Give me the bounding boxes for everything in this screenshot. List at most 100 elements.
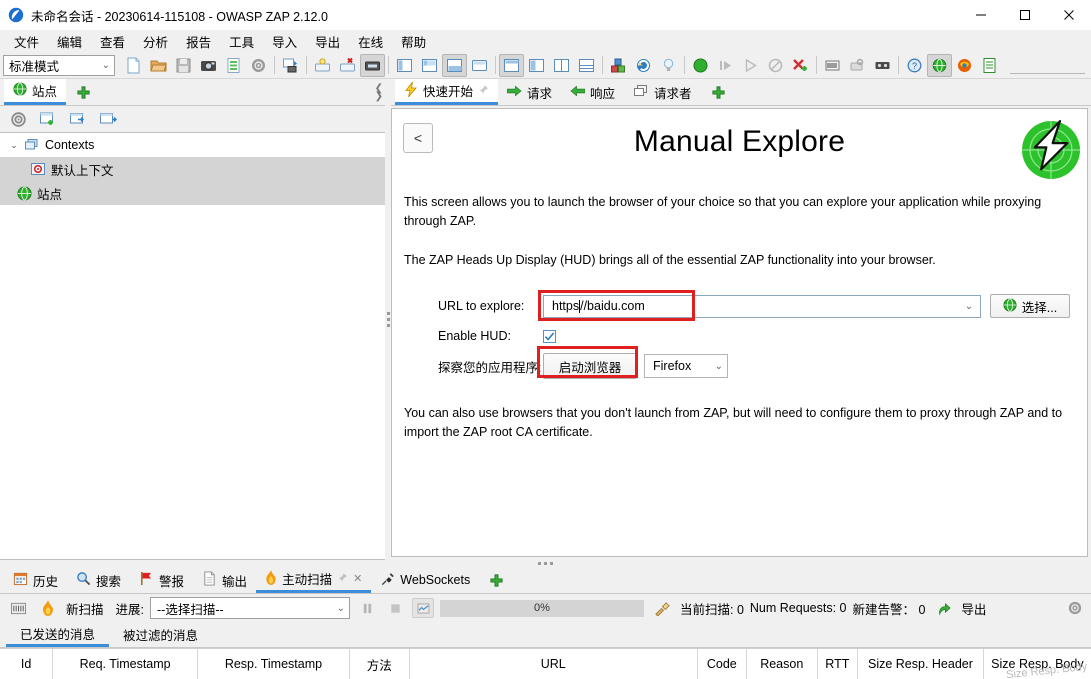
tab-output[interactable]: 输出 [193,567,256,593]
layout-side-icon[interactable] [417,54,442,77]
tab-response[interactable]: 响应 [561,79,624,105]
menu-analyse[interactable]: 分析 [134,30,177,53]
layout-single-icon[interactable] [467,54,492,77]
new-context-icon[interactable] [35,108,61,130]
options-gear-icon[interactable] [246,54,271,77]
column-header-rtt[interactable]: RTT [818,649,859,679]
tab-sites[interactable]: 站点 [4,79,67,105]
toolbar-search-field[interactable] [1010,56,1085,74]
layout-split4-icon[interactable] [574,54,599,77]
globe-green-icon[interactable] [927,53,952,77]
minimize-button[interactable] [959,0,1003,30]
tab-active-scan[interactable]: 主动扫描 ✕ [256,567,372,593]
firefox-icon[interactable] [952,54,977,77]
session-properties-icon[interactable] [221,54,246,77]
tab-request[interactable]: 请求 [498,79,561,105]
tab-quick-start[interactable]: 快速开始 [395,79,499,105]
import-context-icon[interactable] [65,108,91,130]
drop-request-icon[interactable] [788,54,813,77]
resume-icon[interactable] [713,54,738,77]
enable-hud-checkbox[interactable] [543,329,556,343]
chevron-down-icon[interactable]: ⌄ [6,140,22,151]
export-context-icon[interactable] [95,108,121,130]
launch-browser-button[interactable]: 启动浏览器 [543,353,637,379]
show-tab-names-icon[interactable] [360,53,385,77]
tab-history[interactable]: 历史 [4,567,67,593]
target-icon[interactable] [5,108,31,130]
column-header-size-resp-header[interactable]: Size Resp. Header [858,649,984,679]
menu-report[interactable]: 报告 [177,30,220,53]
layout-split3-icon[interactable] [549,54,574,77]
menu-export[interactable]: 导出 [306,30,349,53]
add-bottom-tab-button[interactable] [479,567,514,593]
tab-requester[interactable]: 请求者 [624,79,701,105]
tab-search[interactable]: 搜索 [67,567,130,593]
notes-icon[interactable] [977,54,1002,77]
column-header-req-timestamp[interactable]: Req. Timestamp [53,649,199,679]
menu-help[interactable]: 帮助 [392,30,435,53]
layout-split2-icon[interactable] [524,54,549,77]
select-url-button[interactable]: 选择... [990,294,1070,318]
menu-view[interactable]: 查看 [91,30,134,53]
snapshot-icon[interactable] [196,54,221,77]
layout-split1-icon[interactable] [499,53,524,77]
layout-full-icon[interactable] [392,54,417,77]
url-input[interactable]: https//baidu.com ⌄ [543,294,981,318]
export-arrow-icon[interactable] [931,597,955,619]
column-header-url[interactable]: URL [410,649,698,679]
bulb-icon[interactable] [656,54,681,77]
scan-selector[interactable]: --选择扫描-- ⌄ [150,597,350,619]
close-icon[interactable]: ✕ [353,572,362,585]
mode-selector[interactable]: 标准模式 ⌄ [3,54,115,76]
pin-icon[interactable] [478,84,489,98]
save-session-icon[interactable] [171,54,196,77]
back-button[interactable]: < [403,123,433,153]
add-workspace-tab-button[interactable] [701,79,736,105]
pause-scan-button[interactable] [356,598,378,618]
help-icon[interactable]: ? [902,54,927,77]
new-session-icon[interactable] [121,54,146,77]
column-header-resp-timestamp[interactable]: Resp. Timestamp [198,649,350,679]
browser-selector[interactable]: Firefox ⌄ [644,354,728,378]
layout-bottom-icon[interactable] [442,53,467,77]
tape-icon[interactable] [870,54,895,77]
tree-node-sites[interactable]: 站点 [0,181,385,205]
refresh-icon[interactable] [631,54,656,77]
cookie-icon[interactable] [845,54,870,77]
tab-websockets[interactable]: WebSockets [371,567,479,593]
menu-file[interactable]: 文件 [5,30,48,53]
horizontal-splitter[interactable] [0,560,1091,567]
broom-icon[interactable] [650,597,674,619]
chevron-down-icon[interactable]: ⌄ [958,296,980,317]
stop-break-icon[interactable] [763,54,788,77]
scan-progress-chart-button[interactable] [412,598,434,618]
menu-online[interactable]: 在线 [349,30,392,53]
subtab-filtered-messages[interactable]: 被过滤的消息 [109,622,212,647]
column-header-method[interactable]: 方法 [350,649,410,679]
session-icon[interactable] [6,597,30,619]
column-header-code[interactable]: Code [698,649,747,679]
break-points-icon[interactable] [335,54,360,77]
step-icon[interactable] [738,54,763,77]
export-button[interactable]: 导出 [961,599,986,618]
tree-node-default-context[interactable]: 默认上下文 [0,157,385,181]
hud-bulb-icon[interactable] [310,54,335,77]
column-header-id[interactable]: Id [0,649,54,679]
manage-addons-icon[interactable] [278,54,303,77]
scan-green-icon[interactable] [688,54,713,77]
close-button[interactable] [1047,0,1091,30]
tree-node-contexts[interactable]: ⌄ Contexts [0,133,385,157]
break-panel-icon[interactable] [820,54,845,77]
addons-blocks-icon[interactable] [606,54,631,77]
options-gear-icon[interactable] [1063,597,1087,619]
column-header-reason[interactable]: Reason [747,649,818,679]
menu-import[interactable]: 导入 [263,30,306,53]
sites-tree[interactable]: ⌄ Contexts 默认上下文 站点 [0,132,385,560]
pin-icon[interactable] [337,572,348,586]
open-session-icon[interactable] [146,54,171,77]
add-sites-tab-button[interactable] [66,79,101,105]
stop-scan-button[interactable] [384,598,406,618]
column-header-size-resp-body[interactable]: Size Resp. Body Size Resp. Body [984,649,1091,679]
menu-edit[interactable]: 编辑 [48,30,91,53]
maximize-button[interactable] [1003,0,1047,30]
